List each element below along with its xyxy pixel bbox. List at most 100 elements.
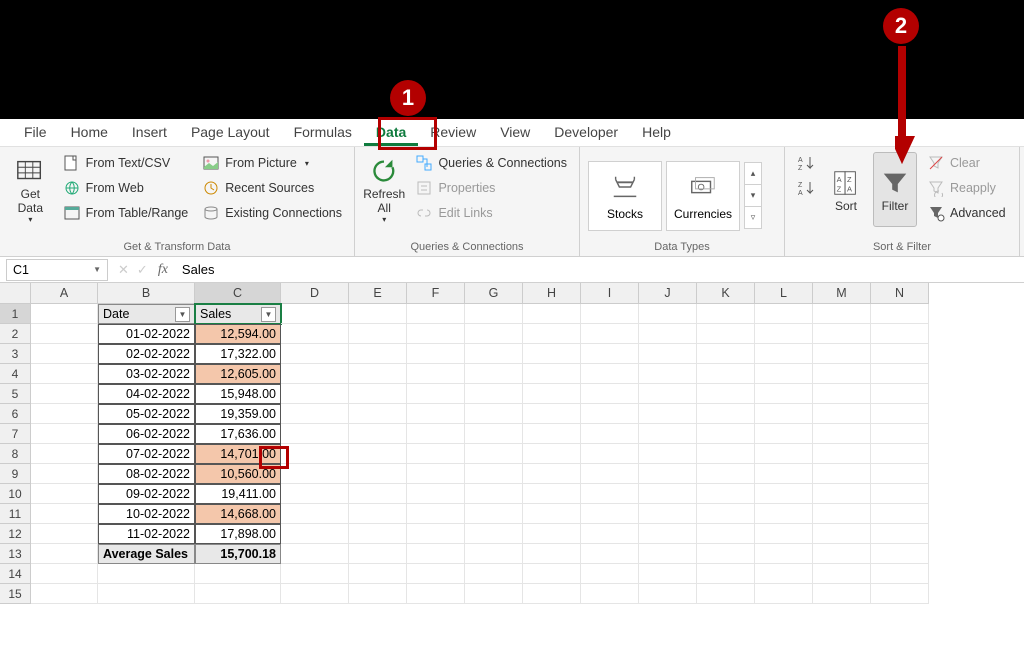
cell-H4[interactable]	[523, 364, 581, 384]
cell-C12[interactable]: 17,898.00	[195, 524, 281, 544]
tab-review[interactable]: Review	[418, 120, 488, 146]
cell-E1[interactable]	[349, 304, 407, 324]
cell-D10[interactable]	[281, 484, 349, 504]
cell-C9[interactable]: 10,560.00	[195, 464, 281, 484]
cell-M10[interactable]	[813, 484, 871, 504]
data-type-gallery-nav[interactable]: ▴▾▿	[744, 163, 762, 229]
cell-J10[interactable]	[639, 484, 697, 504]
cell-C14[interactable]	[195, 564, 281, 584]
cell-E7[interactable]	[349, 424, 407, 444]
cell-E6[interactable]	[349, 404, 407, 424]
cell-C4[interactable]: 12,605.00	[195, 364, 281, 384]
cell-F12[interactable]	[407, 524, 465, 544]
cell-K14[interactable]	[697, 564, 755, 584]
cell-H3[interactable]	[523, 344, 581, 364]
cell-A8[interactable]	[31, 444, 98, 464]
cell-N10[interactable]	[871, 484, 929, 504]
cell-K8[interactable]	[697, 444, 755, 464]
cell-J12[interactable]	[639, 524, 697, 544]
tab-file[interactable]: File	[12, 120, 59, 146]
cell-M4[interactable]	[813, 364, 871, 384]
cell-F14[interactable]	[407, 564, 465, 584]
col-header-B[interactable]: B	[98, 283, 195, 304]
cell-G11[interactable]	[465, 504, 523, 524]
cell-K10[interactable]	[697, 484, 755, 504]
cell-D13[interactable]	[281, 544, 349, 564]
cell-J1[interactable]	[639, 304, 697, 324]
cell-A13[interactable]	[31, 544, 98, 564]
cell-B9[interactable]: 08-02-2022	[98, 464, 195, 484]
cell-A12[interactable]	[31, 524, 98, 544]
cell-G10[interactable]	[465, 484, 523, 504]
cell-J15[interactable]	[639, 584, 697, 604]
cell-G7[interactable]	[465, 424, 523, 444]
cell-C5[interactable]: 15,948.00	[195, 384, 281, 404]
cell-E13[interactable]	[349, 544, 407, 564]
cell-E5[interactable]	[349, 384, 407, 404]
cell-G5[interactable]	[465, 384, 523, 404]
cell-L7[interactable]	[755, 424, 813, 444]
sort-asc-button[interactable]: AZ	[793, 152, 819, 174]
cell-A9[interactable]	[31, 464, 98, 484]
tab-formulas[interactable]: Formulas	[282, 120, 364, 146]
cell-D4[interactable]	[281, 364, 349, 384]
sort-desc-button[interactable]: ZA	[793, 177, 819, 199]
cell-L15[interactable]	[755, 584, 813, 604]
cell-N1[interactable]	[871, 304, 929, 324]
cell-C1[interactable]: Sales▼	[195, 304, 281, 324]
select-all-corner[interactable]	[0, 283, 31, 304]
cell-A2[interactable]	[31, 324, 98, 344]
cell-A14[interactable]	[31, 564, 98, 584]
cell-A1[interactable]	[31, 304, 98, 324]
col-header-N[interactable]: N	[871, 283, 929, 304]
cell-H12[interactable]	[523, 524, 581, 544]
cell-J5[interactable]	[639, 384, 697, 404]
cell-I6[interactable]	[581, 404, 639, 424]
cell-E10[interactable]	[349, 484, 407, 504]
cell-D2[interactable]	[281, 324, 349, 344]
recent-sources-button[interactable]: Recent Sources	[198, 177, 346, 199]
from-web-button[interactable]: From Web	[59, 177, 193, 199]
cell-M15[interactable]	[813, 584, 871, 604]
cell-M12[interactable]	[813, 524, 871, 544]
cell-N6[interactable]	[871, 404, 929, 424]
col-header-K[interactable]: K	[697, 283, 755, 304]
cell-I5[interactable]	[581, 384, 639, 404]
cell-N11[interactable]	[871, 504, 929, 524]
col-header-J[interactable]: J	[639, 283, 697, 304]
tab-page-layout[interactable]: Page Layout	[179, 120, 282, 146]
cell-G12[interactable]	[465, 524, 523, 544]
col-header-A[interactable]: A	[31, 283, 98, 304]
fx-icon[interactable]: fx	[158, 262, 168, 278]
cell-K15[interactable]	[697, 584, 755, 604]
cell-A4[interactable]	[31, 364, 98, 384]
cell-I11[interactable]	[581, 504, 639, 524]
cell-M1[interactable]	[813, 304, 871, 324]
cell-D9[interactable]	[281, 464, 349, 484]
cell-L2[interactable]	[755, 324, 813, 344]
cell-B11[interactable]: 10-02-2022	[98, 504, 195, 524]
cell-A11[interactable]	[31, 504, 98, 524]
cell-F2[interactable]	[407, 324, 465, 344]
from-table-range-button[interactable]: From Table/Range	[59, 202, 193, 224]
cell-D15[interactable]	[281, 584, 349, 604]
cell-I14[interactable]	[581, 564, 639, 584]
cell-M2[interactable]	[813, 324, 871, 344]
cell-K13[interactable]	[697, 544, 755, 564]
cell-G13[interactable]	[465, 544, 523, 564]
cell-J3[interactable]	[639, 344, 697, 364]
col-header-D[interactable]: D	[281, 283, 349, 304]
cell-B14[interactable]	[98, 564, 195, 584]
cell-L9[interactable]	[755, 464, 813, 484]
cell-C2[interactable]: 12,594.00	[195, 324, 281, 344]
cell-M6[interactable]	[813, 404, 871, 424]
cell-G14[interactable]	[465, 564, 523, 584]
cell-F11[interactable]	[407, 504, 465, 524]
cell-E14[interactable]	[349, 564, 407, 584]
tab-data[interactable]: Data	[364, 120, 418, 146]
row-header-3[interactable]: 3	[0, 344, 31, 364]
cell-N9[interactable]	[871, 464, 929, 484]
data-type-currencies[interactable]: Currencies	[666, 161, 740, 231]
get-data-button[interactable]: Get Data ▾	[8, 152, 53, 227]
cell-L3[interactable]	[755, 344, 813, 364]
